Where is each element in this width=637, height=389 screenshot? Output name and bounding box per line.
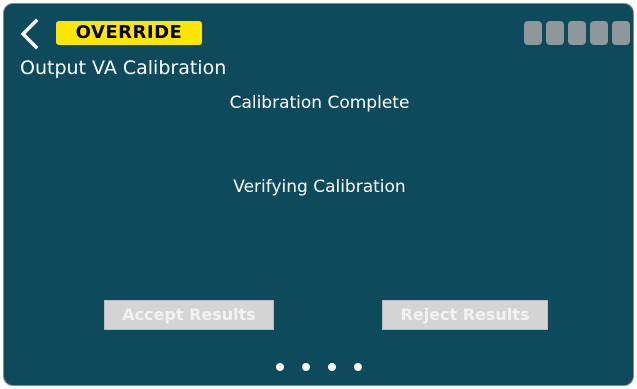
signal-bar <box>546 21 564 45</box>
signal-bar <box>612 21 630 45</box>
signal-strength-icon <box>524 21 630 45</box>
page-dot-3[interactable] <box>328 363 336 371</box>
calibration-complete-status: Calibration Complete <box>229 93 410 113</box>
signal-bar <box>524 21 542 45</box>
page-dot-1[interactable] <box>276 363 284 371</box>
page-dot-4[interactable] <box>354 363 362 371</box>
verifying-calibration-status: Verifying Calibration <box>233 177 406 197</box>
reject-results-button[interactable]: Reject Results <box>382 300 548 330</box>
override-badge: OVERRIDE <box>56 21 202 45</box>
back-button[interactable] <box>16 18 44 50</box>
accept-results-button[interactable]: Accept Results <box>104 300 274 330</box>
page-dot-2[interactable] <box>302 363 310 371</box>
device-screen: OVERRIDE Output VA Calibration Calibrati… <box>3 3 634 386</box>
signal-bar <box>590 21 608 45</box>
page-title: Output VA Calibration <box>20 57 227 79</box>
signal-bar <box>568 21 586 45</box>
page-indicator <box>276 363 376 373</box>
chevron-left-icon <box>20 18 39 50</box>
